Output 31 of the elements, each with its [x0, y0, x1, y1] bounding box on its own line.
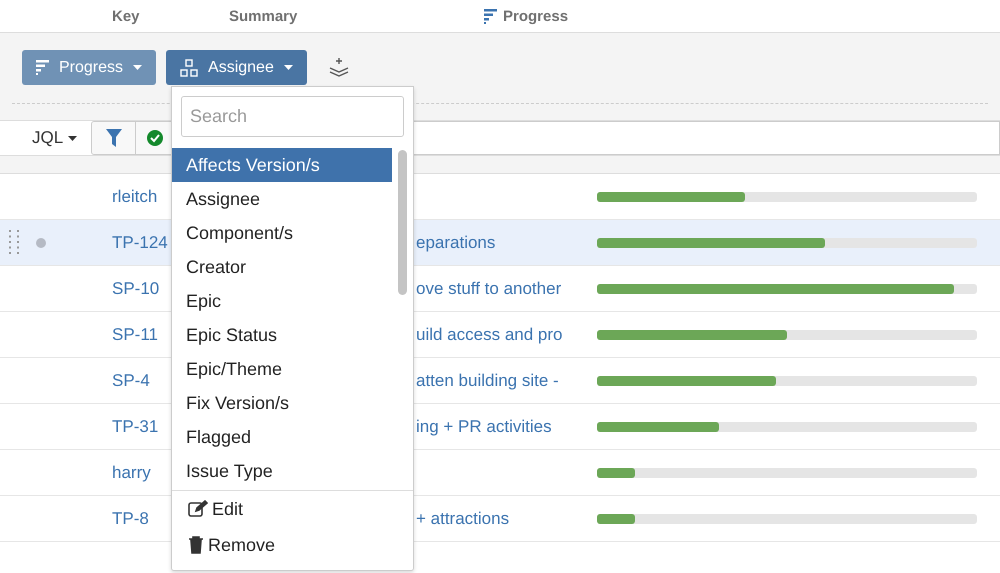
- drag-handle-icon: [9, 230, 20, 256]
- sort-button[interactable]: Progress: [22, 50, 156, 85]
- group-icon: [180, 58, 198, 76]
- column-header[interactable]: Summary: [229, 8, 484, 24]
- dropdown-item[interactable]: Epic Status: [172, 318, 392, 352]
- filter-button[interactable]: [91, 121, 136, 155]
- summary-text: ing + PR activities: [416, 416, 552, 436]
- column-header[interactable]: Key: [112, 8, 229, 24]
- query-mode-button[interactable]: JQL: [32, 128, 78, 148]
- status-dot-icon: [36, 238, 46, 248]
- summary-text: eparations: [416, 232, 496, 252]
- summary-text: + attractions: [416, 508, 510, 528]
- dropdown-item[interactable]: Issue Type: [172, 454, 392, 488]
- progress-icon: [484, 8, 497, 24]
- check-circle-icon: [147, 130, 164, 146]
- filter-icon: [106, 129, 122, 147]
- edit-icon: [188, 500, 208, 518]
- group-by-button[interactable]: Assignee: [166, 50, 307, 85]
- column-header[interactable]: Progress: [484, 8, 1000, 24]
- progress-icon: [36, 60, 49, 75]
- caret-icon: [68, 136, 78, 140]
- summary-text: atten building site -: [416, 370, 559, 390]
- dropdown-item[interactable]: Assignee: [172, 182, 392, 216]
- caret-icon: [284, 65, 293, 70]
- search-field[interactable]: Search: [181, 96, 404, 137]
- scrollbar-thumb[interactable]: [398, 150, 407, 295]
- summary-text: ove stuff to another: [416, 278, 562, 298]
- dropdown-item[interactable]: Affects Version/s: [172, 148, 392, 182]
- trash-icon: [188, 536, 204, 554]
- caret-icon: [133, 65, 142, 70]
- summary-text: uild access and pro: [416, 324, 562, 344]
